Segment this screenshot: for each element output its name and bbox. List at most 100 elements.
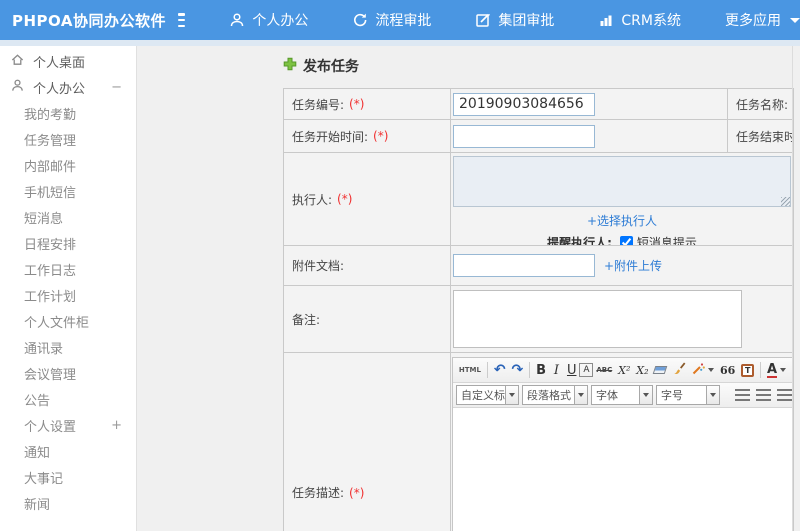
sidebar-item-work-log[interactable]: 工作日志 (0, 256, 136, 282)
sidebar-item-sms[interactable]: 手机短信 (0, 178, 136, 204)
collapse-minus-icon[interactable]: − (111, 80, 122, 95)
format-brush-button[interactable] (669, 361, 689, 380)
align-left-icon[interactable] (735, 389, 750, 401)
user-icon (229, 12, 245, 28)
chevron-down-icon (780, 368, 787, 372)
executor-label: 执行人: (*) (284, 153, 450, 246)
toolbar-separator (529, 362, 531, 378)
task-code-cell (450, 89, 727, 120)
nav-personal-office[interactable]: 个人办公 (229, 10, 308, 30)
custom-title-select[interactable]: 自定义标题 (456, 385, 519, 405)
sidebar-item-memorabilia[interactable]: 大事记 (0, 464, 136, 490)
user-icon (10, 78, 33, 97)
executor-cell: +选择执行人 提醒执行人: 短消息提示 (450, 153, 793, 246)
attachment-input[interactable] (453, 254, 595, 277)
sidebar-item-short-message[interactable]: 短消息 (0, 204, 136, 230)
magic-wand-button[interactable] (689, 361, 717, 380)
font-family-select[interactable]: 字体 (591, 385, 653, 405)
app-logo: PHPOA协同办公软件 (12, 11, 166, 30)
chevron-down-icon (505, 386, 518, 404)
task-code-input[interactable] (453, 92, 595, 116)
required-mark: (*) (337, 192, 353, 206)
chevron-down-icon (790, 17, 800, 23)
remark-textarea[interactable] (453, 290, 742, 348)
italic-button[interactable]: I (549, 361, 564, 380)
chevron-down-icon (708, 368, 715, 372)
sidebar-item-personal-files[interactable]: 个人文件柜 (0, 308, 136, 334)
start-time-input[interactable] (453, 124, 595, 148)
sidebar-item-personal-desktop[interactable]: 个人桌面 (0, 48, 136, 74)
sidebar-item-notice[interactable]: 通知 (0, 438, 136, 464)
superscript-button[interactable]: X² (615, 361, 633, 380)
undo-button[interactable]: ↶ (491, 361, 509, 380)
sidebar-item-internal-mail[interactable]: 内部邮件 (0, 152, 136, 178)
sidebar-item-task-management[interactable]: 任务管理 (0, 126, 136, 152)
bold-button[interactable]: B (533, 361, 549, 380)
main-content: 发布任务 任务编号: (*) 任务名称: (*) 任务开始时间: (*) (137, 46, 800, 531)
description-label: 任务描述: (*) (284, 353, 450, 531)
sms-remind-checkbox[interactable] (619, 236, 633, 245)
resize-grip-icon[interactable] (781, 197, 790, 206)
sidebar-item-contacts[interactable]: 通讯录 (0, 334, 136, 360)
remark-label: 备注: (284, 286, 450, 353)
underline-button[interactable]: U (564, 361, 579, 380)
brush-icon (672, 361, 686, 379)
task-code-label: 任务编号: (*) (284, 89, 450, 120)
align-center-icon[interactable] (756, 389, 771, 401)
nav-more-apps[interactable]: 更多应用 (725, 10, 800, 30)
executor-textarea[interactable] (453, 156, 791, 207)
sidebar-item-schedule[interactable]: 日程安排 (0, 230, 136, 256)
eraser-button[interactable] (651, 361, 669, 380)
nav-crm-system[interactable]: CRM系统 (598, 10, 681, 30)
sidebar: 个人桌面 个人办公 − 我的考勤 任务管理 内部邮件 手机短信 短消息 日程安排… (0, 46, 137, 531)
source-code-button[interactable]: HTML (456, 361, 484, 380)
choose-executor-link[interactable]: +选择执行人 (587, 212, 657, 229)
remind-executor-label: 提醒执行人: (547, 236, 612, 246)
expand-plus-icon[interactable]: + (111, 418, 122, 433)
wand-icon (692, 362, 706, 379)
redo-button[interactable]: ↷ (509, 361, 527, 380)
sidebar-item-personal-office[interactable]: 个人办公 − (0, 74, 136, 100)
nav-workflow-approval[interactable]: 流程审批 (352, 10, 431, 30)
autotypeset-button[interactable]: A (579, 363, 594, 377)
task-name-label: 任务名称: (*) (727, 89, 793, 120)
blockquote-button[interactable]: 66 (717, 361, 738, 380)
sms-remind-label: 短消息提示 (636, 236, 697, 246)
paste-word-button[interactable] (738, 361, 757, 380)
nav-group-approval[interactable]: 集团审批 (475, 10, 554, 30)
bar-chart-icon (598, 12, 614, 28)
add-plus-icon (283, 57, 297, 75)
edit-square-icon (475, 12, 491, 28)
font-size-select[interactable]: 字号 (656, 385, 720, 405)
sidebar-item-my-attendance[interactable]: 我的考勤 (0, 100, 136, 126)
paste-word-icon (741, 363, 755, 377)
editor-toolbar-row2: 自定义标题 段落格式 字体 字号 (453, 383, 792, 408)
sidebar-item-work-plan[interactable]: 工作计划 (0, 282, 136, 308)
top-bar: PHPOA协同办公软件 个人办公 流程审批 集团审批 CRM系统 更多应用 (0, 0, 800, 40)
paragraph-format-select[interactable]: 段落格式 (522, 385, 588, 405)
editor-toolbar-row1: HTML ↶ ↷ B I U A ABC X² X₂ 66 T A (453, 358, 792, 383)
strikethrough-button[interactable]: ABC (593, 361, 615, 380)
sidebar-item-personal-settings[interactable]: 个人设置 + (0, 412, 136, 438)
editor-content-area[interactable] (453, 408, 792, 531)
menu-toggle-icon[interactable] (178, 13, 186, 27)
page-title: 发布任务 (283, 56, 800, 76)
font-color-button[interactable]: A (764, 361, 789, 380)
publish-task-form: 任务编号: (*) 任务名称: (*) 任务开始时间: (*) 任务结束时间: … (283, 88, 794, 531)
sidebar-item-meeting-management[interactable]: 会议管理 (0, 360, 136, 386)
sidebar-item-announcement[interactable]: 公告 (0, 386, 136, 412)
top-nav: 个人办公 流程审批 集团审批 CRM系统 更多应用 (229, 10, 800, 30)
eraser-icon (653, 366, 668, 374)
subscript-button[interactable]: X₂ (633, 361, 651, 380)
chevron-down-icon (639, 386, 652, 404)
end-time-label: 任务结束时间: (*) (727, 120, 793, 153)
start-time-cell (450, 120, 727, 153)
content-right-divider (792, 46, 793, 531)
sidebar-item-news[interactable]: 新闻 (0, 490, 136, 516)
start-time-label: 任务开始时间: (*) (284, 120, 450, 153)
attachment-cell: +附件上传 (450, 246, 793, 286)
toolbar-separator (486, 362, 488, 378)
alignment-group (735, 389, 792, 401)
attachment-upload-link[interactable]: +附件上传 (604, 257, 662, 274)
align-right-icon[interactable] (777, 389, 792, 401)
